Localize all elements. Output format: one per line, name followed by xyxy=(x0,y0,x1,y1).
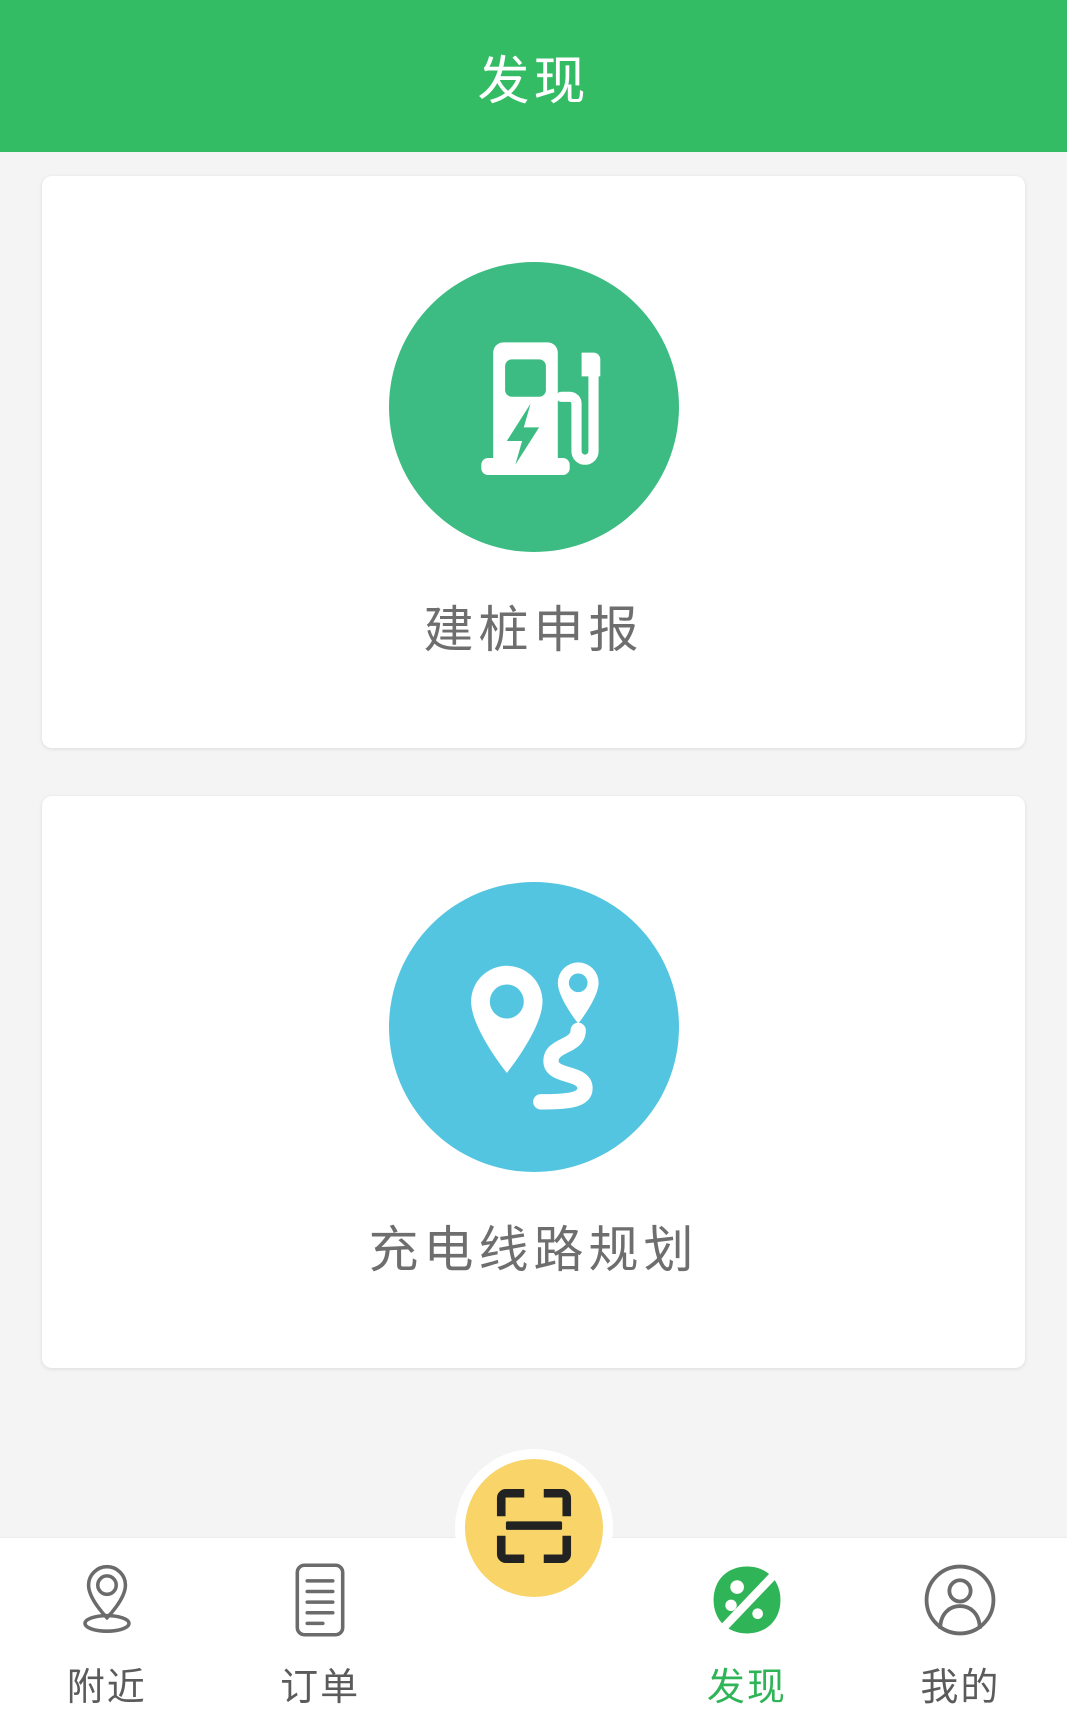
order-document-icon xyxy=(288,1558,352,1642)
card-charging-pile-application[interactable]: 建桩申报 xyxy=(42,176,1025,748)
page-header: 发现 xyxy=(0,0,1067,152)
route-planning-icon-circle xyxy=(388,882,679,1172)
charging-pile-icon xyxy=(449,322,619,492)
route-planning-icon xyxy=(449,942,619,1112)
tab-label: 发现 xyxy=(706,1667,787,1709)
tab-nearby[interactable]: 附近 xyxy=(0,1538,213,1715)
card-charging-route-planning[interactable]: 充电线路规划 xyxy=(42,796,1025,1368)
card-label: 充电线路规划 xyxy=(368,1222,699,1278)
card-label: 建桩申报 xyxy=(423,602,644,658)
scan-button[interactable] xyxy=(454,1449,613,1607)
tab-label: 我的 xyxy=(920,1667,1001,1709)
charging-pile-icon-circle xyxy=(388,262,679,552)
discover-leaf-icon xyxy=(709,1558,785,1642)
tab-discover[interactable]: 发现 xyxy=(640,1538,853,1715)
tab-orders[interactable]: 订单 xyxy=(213,1538,426,1715)
location-pin-icon xyxy=(71,1558,143,1642)
app-screen: 发现 建桩申报 充电线路规划 附近 订单 发现 我的 xyxy=(0,0,1067,1715)
user-profile-icon xyxy=(922,1558,998,1642)
tab-profile[interactable]: 我的 xyxy=(854,1538,1067,1715)
tab-label: 订单 xyxy=(280,1667,361,1709)
tab-label: 附近 xyxy=(66,1667,147,1709)
page-title: 发现 xyxy=(477,52,590,111)
scan-button-circle[interactable] xyxy=(464,1459,603,1597)
scan-qr-icon xyxy=(495,1487,573,1570)
